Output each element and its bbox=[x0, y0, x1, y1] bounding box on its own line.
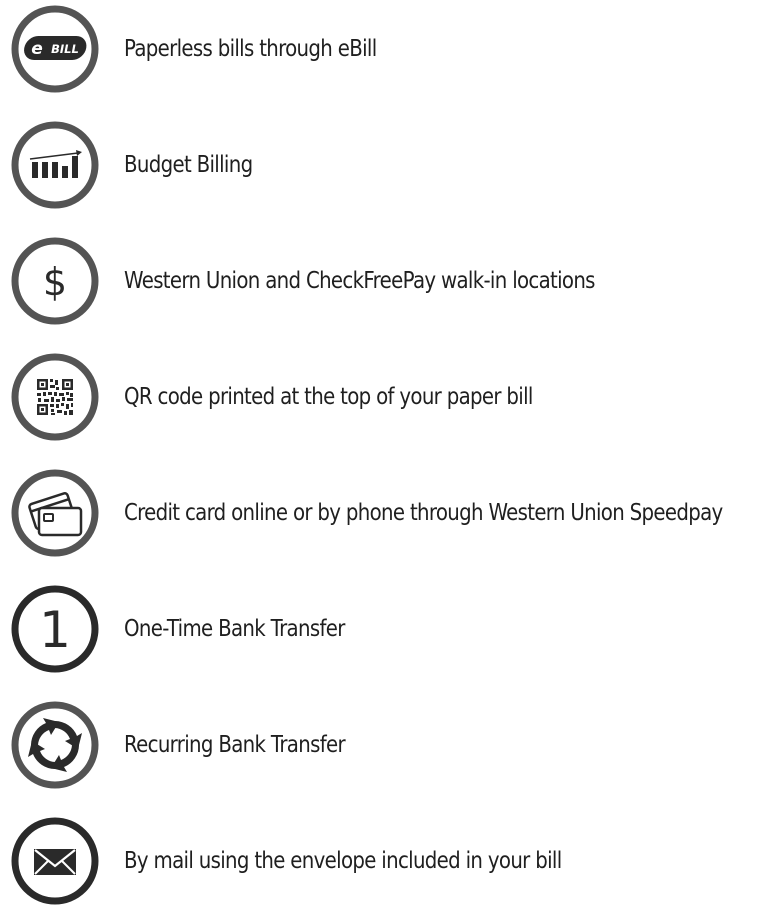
payment-option-walk-in: $ Western Union and CheckFreePay walk-in… bbox=[0, 236, 780, 336]
payment-option-label: Budget Billing bbox=[124, 152, 253, 178]
envelope-icon bbox=[10, 816, 100, 906]
payment-option-label: Western Union and CheckFreePay walk-in l… bbox=[124, 268, 595, 294]
svg-text:e: e bbox=[31, 39, 43, 59]
payment-option-label: Recurring Bank Transfer bbox=[124, 732, 346, 758]
bar-chart-icon bbox=[10, 120, 100, 210]
payment-option-label: One-Time Bank Transfer bbox=[124, 616, 345, 642]
payment-option-recurring-transfer: Recurring Bank Transfer bbox=[0, 700, 780, 800]
payment-option-credit-card: Credit card online or by phone through W… bbox=[0, 468, 780, 568]
payment-option-label: QR code printed at the top of your paper… bbox=[124, 384, 533, 410]
payment-option-label: By mail using the envelope included in y… bbox=[124, 848, 562, 874]
ebill-logo-text: BILL bbox=[51, 42, 79, 56]
dollar-icon: $ bbox=[10, 236, 100, 326]
recurring-arrows-icon bbox=[10, 700, 100, 790]
payment-option-qr-code: QR code printed at the top of your paper… bbox=[0, 352, 780, 452]
payment-option-mail: By mail using the envelope included in y… bbox=[0, 816, 780, 916]
ebill-logo-icon: e BILL bbox=[10, 4, 100, 94]
payment-option-ebill: e BILL Paperless bills through eBill bbox=[0, 4, 780, 104]
dollar-glyph: $ bbox=[43, 260, 67, 304]
payment-option-one-time-transfer: 1 One-Time Bank Transfer bbox=[0, 584, 780, 684]
payment-option-label: Paperless bills through eBill bbox=[124, 36, 377, 62]
number-one-icon: 1 bbox=[10, 584, 100, 674]
credit-cards-icon bbox=[10, 468, 100, 558]
payment-option-label: Credit card online or by phone through W… bbox=[124, 500, 723, 526]
payment-option-budget-billing: Budget Billing bbox=[0, 120, 780, 220]
qr-code-icon bbox=[10, 352, 100, 442]
payment-options-list: e BILL Paperless bills through eBill Bud… bbox=[0, 0, 780, 906]
one-glyph: 1 bbox=[39, 601, 71, 659]
